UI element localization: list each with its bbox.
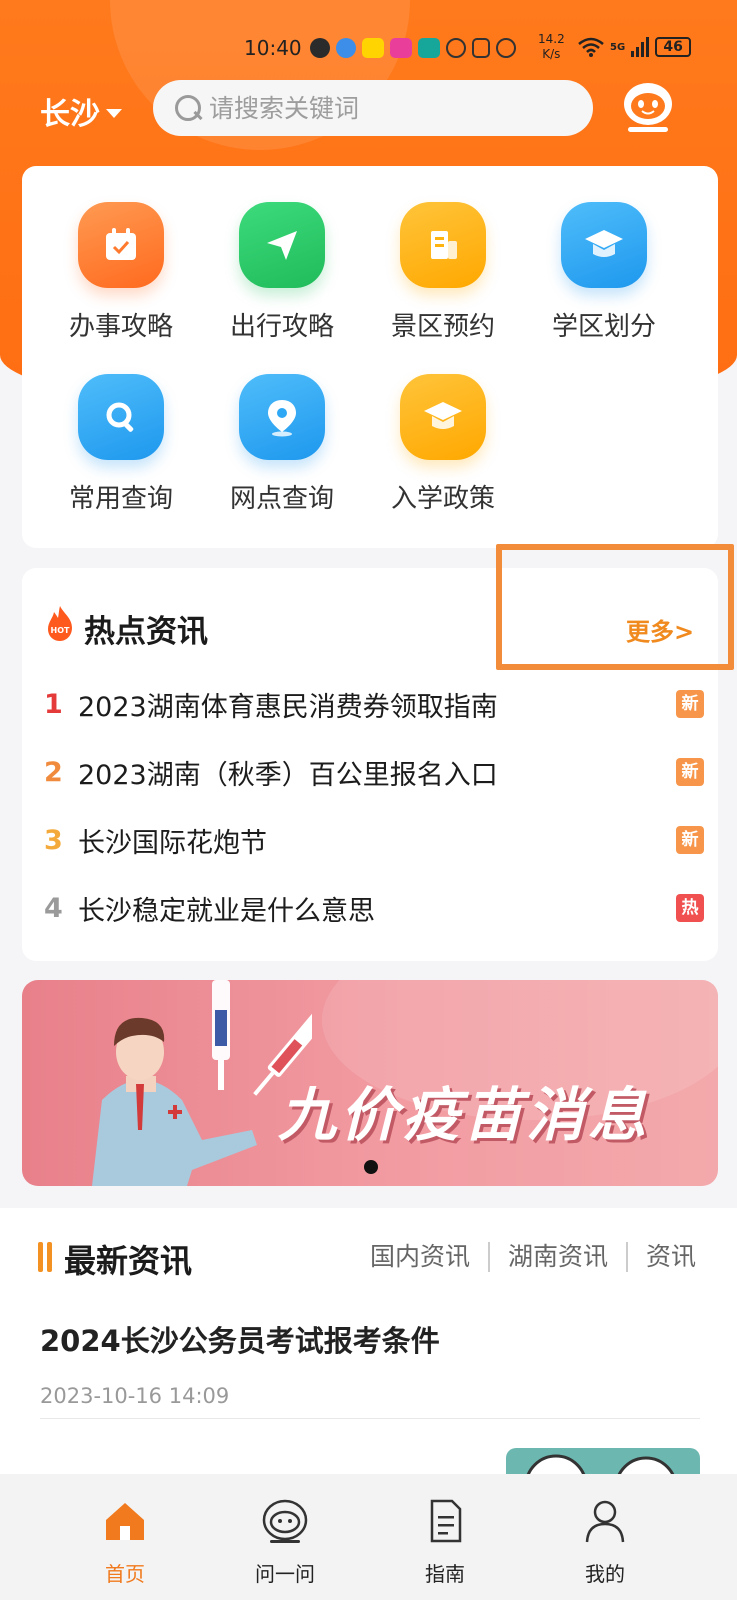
hot-news-text: 长沙国际花炮节 bbox=[78, 827, 267, 859]
rank-number: 3 bbox=[44, 824, 63, 856]
robot-assistant-icon[interactable] bbox=[618, 80, 678, 136]
article-title[interactable]: 2024长沙公务员考试报考条件 bbox=[40, 1318, 440, 1360]
annotation-highlight-box bbox=[496, 544, 734, 670]
clock-app-icon bbox=[446, 38, 466, 58]
service-label: 景区预约 bbox=[390, 312, 495, 342]
status-bar: 10:40 14.2 K/s 5G 46 bbox=[0, 32, 737, 68]
city-selector[interactable]: 长沙 bbox=[40, 89, 122, 133]
search-bar[interactable] bbox=[153, 80, 593, 136]
search-icon bbox=[173, 93, 203, 123]
svg-text:HOT: HOT bbox=[51, 626, 70, 635]
service-chuxing[interactable]: 出行攻略 bbox=[212, 202, 352, 343]
tab-news[interactable]: 资讯 bbox=[626, 1242, 714, 1272]
signal-icon bbox=[631, 37, 650, 57]
nav-mine[interactable]: 我的 bbox=[560, 1496, 650, 1587]
hot-news-item[interactable]: 4 长沙稳定就业是什么意思 热 bbox=[44, 888, 704, 928]
service-wangdian[interactable]: 网点查询 bbox=[212, 374, 352, 515]
city-name: 长沙 bbox=[40, 97, 100, 132]
app-teal-icon bbox=[418, 38, 440, 58]
location-pin-icon bbox=[239, 374, 325, 460]
service-changyong[interactable]: 常用查询 bbox=[51, 374, 191, 515]
hot-news-text: 2023湖南（秋季）百公里报名入口 bbox=[78, 759, 498, 791]
speed-value: 14.2 bbox=[538, 32, 565, 46]
service-label: 出行攻略 bbox=[229, 312, 334, 342]
service-label: 入学政策 bbox=[390, 484, 495, 514]
hot-news-text: 长沙稳定就业是什么意思 bbox=[78, 895, 375, 927]
banner-title: 九价疫苗消息 bbox=[278, 1081, 651, 1149]
divider bbox=[40, 1418, 700, 1419]
quick-services-card: 办事攻略 出行攻略 景区预约 学区划分 常用查询 网点查询 入学政策 bbox=[22, 166, 718, 548]
hot-news-title: 热点资讯 bbox=[84, 614, 208, 650]
hot-news-item[interactable]: 1 2023湖南体育惠民消费券领取指南 新 bbox=[44, 684, 704, 724]
service-label: 常用查询 bbox=[68, 484, 173, 514]
service-banshi[interactable]: 办事攻略 bbox=[51, 202, 191, 343]
nav-label: 问一问 bbox=[255, 1562, 315, 1586]
speed-unit: K/s bbox=[542, 47, 561, 61]
hot-badge: 热 bbox=[676, 894, 704, 922]
latest-news-title: 最新资讯 bbox=[64, 1242, 193, 1280]
network-speed: 14.2 K/s bbox=[538, 32, 565, 62]
nfc-icon bbox=[472, 38, 490, 58]
service-label: 网点查询 bbox=[229, 484, 334, 514]
status-time: 10:40 bbox=[244, 36, 302, 60]
section-marker-icon bbox=[38, 1242, 52, 1272]
magnifier-icon bbox=[78, 374, 164, 460]
nav-label: 指南 bbox=[425, 1562, 465, 1586]
nav-ask[interactable]: 问一问 bbox=[240, 1496, 330, 1587]
hot-news-item[interactable]: 2 2023湖南（秋季）百公里报名入口 新 bbox=[44, 752, 704, 792]
status-right: 5G 46 bbox=[578, 37, 692, 57]
nav-label: 我的 bbox=[585, 1562, 625, 1586]
home-icon bbox=[106, 1503, 144, 1540]
rank-number: 1 bbox=[44, 688, 63, 720]
service-label: 学区划分 bbox=[551, 312, 656, 342]
browser-icon bbox=[336, 38, 356, 58]
notification-icons bbox=[310, 38, 516, 58]
new-badge: 新 bbox=[676, 690, 704, 718]
carousel-indicator bbox=[364, 1160, 378, 1174]
article-date: 2023-10-16 14:09 bbox=[40, 1384, 230, 1408]
latest-news-section: 最新资讯 国内资讯 湖南资讯 资讯 2024长沙公务员考试报考条件 2023-1… bbox=[0, 1208, 737, 1488]
app-pink-icon bbox=[390, 38, 412, 58]
alarm-icon bbox=[496, 38, 516, 58]
send-plane-icon bbox=[239, 202, 325, 288]
hot-news-text: 2023湖南体育惠民消费券领取指南 bbox=[78, 691, 498, 723]
robot-face-icon bbox=[262, 1499, 308, 1543]
doctor-illustration bbox=[92, 980, 312, 1186]
network-type: 5G bbox=[610, 41, 626, 53]
tab-domestic[interactable]: 国内资讯 bbox=[370, 1242, 488, 1272]
nav-guide[interactable]: 指南 bbox=[400, 1496, 490, 1587]
service-ruxue[interactable]: 入学政策 bbox=[373, 374, 513, 515]
bottom-navigation: 首页 问一问 指南 我的 bbox=[0, 1474, 737, 1600]
building-icon bbox=[400, 202, 486, 288]
rank-number: 2 bbox=[44, 756, 63, 788]
calendar-check-icon bbox=[78, 202, 164, 288]
service-jingqu[interactable]: 景区预约 bbox=[373, 202, 513, 343]
vaccine-banner[interactable]: 九价疫苗消息 bbox=[22, 980, 718, 1186]
tab-hunan[interactable]: 湖南资讯 bbox=[488, 1242, 626, 1272]
wechat-icon bbox=[310, 38, 330, 58]
fire-hot-icon: HOT bbox=[48, 606, 72, 641]
graduation-cap-icon bbox=[400, 374, 486, 460]
yy-app-icon bbox=[362, 38, 384, 58]
nav-home[interactable]: 首页 bbox=[80, 1496, 170, 1587]
rank-number: 4 bbox=[44, 892, 63, 924]
user-icon bbox=[585, 1500, 625, 1543]
chevron-down-icon bbox=[106, 108, 122, 118]
nav-label: 首页 bbox=[105, 1562, 145, 1586]
new-badge: 新 bbox=[676, 826, 704, 854]
latest-news-tabs: 国内资讯 湖南资讯 资讯 bbox=[370, 1242, 714, 1272]
document-icon bbox=[430, 1499, 462, 1543]
battery-indicator: 46 bbox=[655, 37, 692, 57]
service-label: 办事攻略 bbox=[68, 312, 173, 342]
graduation-cap-icon bbox=[561, 202, 647, 288]
hot-news-item[interactable]: 3 长沙国际花炮节 新 bbox=[44, 820, 704, 860]
wifi-icon bbox=[578, 37, 604, 57]
new-badge: 新 bbox=[676, 758, 704, 786]
service-xuequ[interactable]: 学区划分 bbox=[534, 202, 674, 343]
search-input[interactable] bbox=[209, 93, 569, 123]
